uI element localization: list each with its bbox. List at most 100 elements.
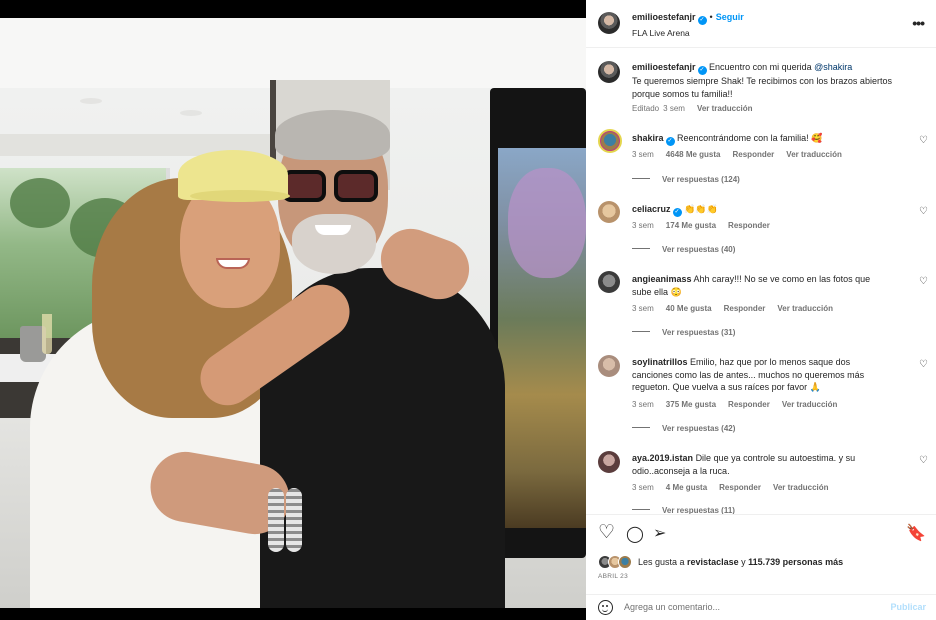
- verified-icon: ✓: [672, 208, 682, 217]
- comment-text: 👏👏👏: [684, 204, 718, 214]
- comment-time[interactable]: 3 sem: [632, 221, 654, 230]
- comment-body: shakira ✓ Reencontrándome con la familia!…: [632, 132, 922, 146]
- comment-time[interactable]: 3 sem: [632, 400, 654, 409]
- translate-button[interactable]: Ver traducción: [773, 483, 829, 492]
- ceiling-light: [180, 110, 202, 116]
- like-icon[interactable]: ♡: [598, 521, 615, 544]
- comment-like-icon[interactable]: ♡: [919, 276, 928, 287]
- translate-button[interactable]: Ver traducción: [786, 150, 842, 159]
- comment-icon[interactable]: ◯: [626, 524, 644, 544]
- post-photo[interactable]: [0, 18, 586, 608]
- comment-body: celiacruz ✓ 👏👏👏: [632, 203, 922, 217]
- comment-avatar[interactable]: [598, 129, 622, 153]
- reply-button[interactable]: Responder: [728, 400, 770, 409]
- author-avatar[interactable]: [598, 12, 620, 34]
- separator-dot: •: [709, 12, 713, 22]
- save-icon[interactable]: 🔖: [906, 523, 926, 543]
- comment-username[interactable]: angieanimass: [632, 274, 692, 284]
- post-actions: ♡ ◯ ➢ 🔖 Les gusta a revistaclase y 115.7…: [586, 514, 936, 594]
- translate-button[interactable]: Ver traducción: [777, 304, 833, 313]
- man-smile: [315, 225, 351, 235]
- comment-avatar[interactable]: [598, 271, 620, 293]
- caption-time[interactable]: 3 sem: [663, 104, 685, 113]
- verified-icon: ✓: [697, 16, 707, 25]
- comment-time[interactable]: 3 sem: [632, 483, 654, 492]
- caption-text: Encuentro con mi querida: [709, 62, 815, 72]
- comment-likes[interactable]: 4648 Me gusta: [666, 150, 721, 159]
- sunglasses-lens: [334, 170, 378, 202]
- reply-button[interactable]: Responder: [719, 483, 761, 492]
- likes-prefix: Les gusta a: [638, 557, 688, 567]
- reply-button[interactable]: Responder: [733, 150, 775, 159]
- comment-text: Reencontrándome con la familia! 🥰: [677, 133, 823, 143]
- comment-body: aya.2019.istan Dile que ya controle su a…: [632, 452, 892, 477]
- view-replies-button[interactable]: Ver respuestas (31): [632, 328, 735, 337]
- view-replies-button[interactable]: Ver respuestas (40): [632, 245, 735, 254]
- caption-username[interactable]: emilioestefanjr: [632, 62, 696, 72]
- caption-meta: Editado 3 sem Ver traducción: [632, 104, 765, 113]
- comment-avatar[interactable]: [598, 201, 620, 223]
- comment-username[interactable]: aya.2019.istan: [632, 453, 693, 463]
- caption-text-2: Te queremos siempre Shak! Te recibimos c…: [632, 76, 892, 99]
- likes-count[interactable]: 115.739 personas más: [748, 557, 843, 567]
- photo-ceiling: [0, 18, 586, 88]
- comment-likes[interactable]: 4 Me gusta: [666, 483, 707, 492]
- bracelet: [286, 488, 302, 552]
- post-media[interactable]: [0, 0, 586, 620]
- likes-text: Les gusta a revistaclase y 115.739 perso…: [638, 557, 843, 567]
- caption-translate[interactable]: Ver traducción: [697, 104, 753, 113]
- comment-avatar[interactable]: [598, 451, 620, 473]
- liker-avatar[interactable]: [618, 555, 632, 569]
- comment-meta: 3 sem 4 Me gusta Responder Ver traducción: [632, 483, 841, 492]
- comment-username[interactable]: celiacruz: [632, 204, 671, 214]
- reply-button[interactable]: Responder: [728, 221, 770, 230]
- verified-icon: ✓: [697, 66, 707, 75]
- view-replies-button[interactable]: Ver respuestas (42): [632, 424, 735, 433]
- comment-likes[interactable]: 40 Me gusta: [666, 304, 712, 313]
- comment-username[interactable]: soylinatrillos: [632, 357, 688, 367]
- ceiling-light: [80, 98, 102, 104]
- comment-avatar[interactable]: [598, 355, 620, 377]
- comment-input[interactable]: [624, 599, 874, 615]
- comment-time[interactable]: 3 sem: [632, 150, 654, 159]
- likes-user[interactable]: revistaclase: [687, 557, 739, 567]
- man-hair: [275, 110, 390, 160]
- post-caption: emilioestefanjr ✓ Encuentro con mi querid…: [632, 61, 922, 100]
- likes-middle: y: [738, 557, 749, 567]
- caption-avatar[interactable]: [598, 61, 620, 83]
- comment-likes[interactable]: 375 Me gusta: [666, 400, 716, 409]
- view-replies-button[interactable]: Ver respuestas (124): [632, 175, 740, 184]
- more-options-icon[interactable]: •••: [912, 15, 925, 31]
- cap-brim: [190, 190, 290, 202]
- comment-like-icon[interactable]: ♡: [919, 455, 928, 466]
- post-location[interactable]: FLA Live Arena: [632, 28, 690, 38]
- publish-button[interactable]: Publicar: [890, 602, 926, 612]
- emoji-icon[interactable]: [598, 600, 613, 615]
- man-beard: [292, 214, 376, 274]
- follow-button[interactable]: Seguir: [716, 12, 744, 22]
- comment-meta: 3 sem 4648 Me gusta Responder Ver traducció…: [632, 150, 854, 159]
- photo-tv-tree: [508, 168, 586, 278]
- share-icon[interactable]: ➢: [653, 523, 666, 543]
- comment-like-icon[interactable]: ♡: [919, 135, 928, 146]
- reply-button[interactable]: Responder: [724, 304, 766, 313]
- post-date[interactable]: ABRIL 23: [598, 573, 628, 580]
- palm-foliage: [10, 178, 70, 228]
- comment-body: soylinatrillos Emilio, haz que por lo me…: [632, 356, 892, 394]
- comment-time[interactable]: 3 sem: [632, 304, 654, 313]
- bracelet: [268, 488, 284, 552]
- comment-username[interactable]: shakira: [632, 133, 664, 143]
- caption-mention[interactable]: @shakira: [814, 62, 852, 72]
- comment-meta: 3 sem 375 Me gusta Responder Ver traducción: [632, 400, 849, 409]
- comments-list[interactable]: emilioestefanjr ✓ Encuentro con mi querid…: [586, 49, 936, 514]
- view-replies-button[interactable]: Ver respuestas (11): [632, 506, 735, 514]
- translate-button[interactable]: Ver traducción: [782, 400, 838, 409]
- comment-meta: 3 sem 174 Me gusta Responder: [632, 221, 782, 230]
- author-username[interactable]: emilioestefanjr: [632, 12, 696, 22]
- post-header: emilioestefanjr ✓ • Seguir FLA Live Arena •…: [586, 0, 936, 48]
- comment-like-icon[interactable]: ♡: [919, 359, 928, 370]
- comment-meta: 3 sem 40 Me gusta Responder Ver traducción: [632, 304, 845, 313]
- comment-likes[interactable]: 174 Me gusta: [666, 221, 716, 230]
- comment-like-icon[interactable]: ♡: [919, 206, 928, 217]
- author-line: emilioestefanjr ✓ • Seguir: [632, 12, 744, 25]
